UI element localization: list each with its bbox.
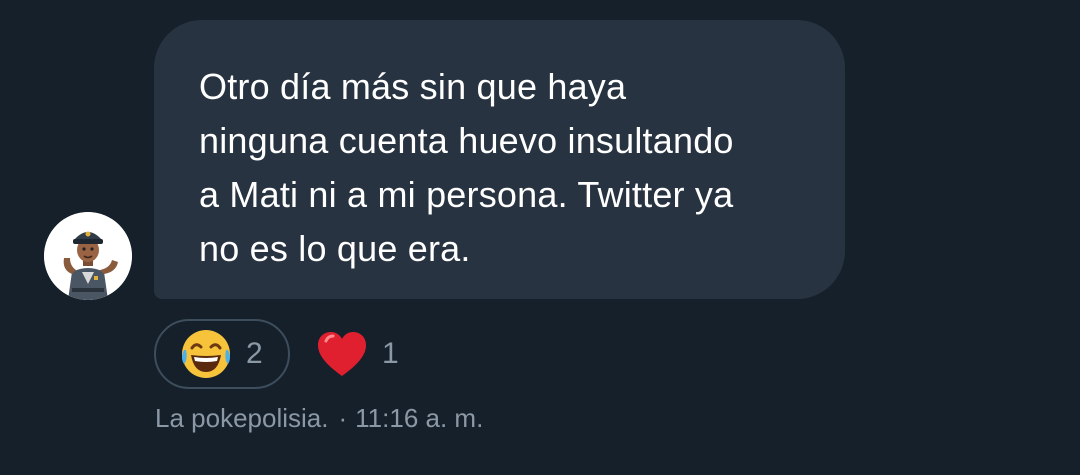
- reaction-laugh-count: 2: [246, 337, 263, 370]
- message-bubble[interactable]: Otro día más sin que haya ninguna cuenta…: [154, 20, 845, 299]
- avatar[interactable]: [44, 212, 132, 300]
- sender-name[interactable]: La pokepolisia.: [155, 403, 328, 433]
- face-with-tears-of-joy-icon: [182, 330, 230, 378]
- meta-separator: ·: [338, 403, 348, 433]
- red-heart-icon: [318, 332, 366, 376]
- police-officer-avatar-icon: [44, 212, 132, 300]
- reactions-row: 2 1: [154, 319, 399, 389]
- timestamp: 11:16 a. m.: [355, 403, 484, 433]
- reaction-heart-count: 1: [382, 337, 399, 370]
- reaction-laugh-button[interactable]: 2: [154, 319, 290, 389]
- message-meta: La pokepolisia. · 11:16 a. m.: [155, 402, 483, 434]
- reaction-heart-button[interactable]: 1: [314, 319, 399, 389]
- dm-conversation: Otro día más sin que haya ninguna cuenta…: [0, 0, 1080, 475]
- message-text: Otro día más sin que haya ninguna cuenta…: [199, 66, 734, 269]
